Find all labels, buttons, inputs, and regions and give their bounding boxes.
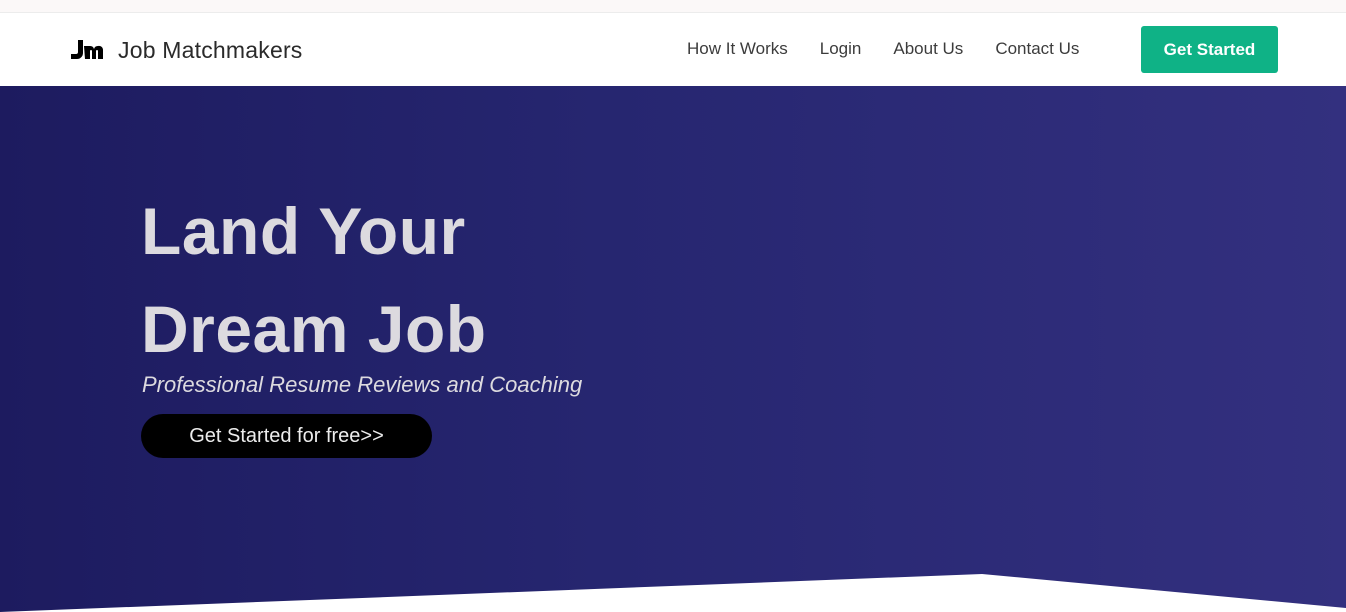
nav-links: How It Works Login About Us Contact Us bbox=[687, 39, 1111, 59]
get-started-free-button[interactable]: Get Started for free>> bbox=[141, 414, 432, 458]
jm-monogram-icon bbox=[69, 37, 105, 63]
nav-link-about-us[interactable]: About Us bbox=[893, 39, 963, 59]
hero-title-line-2: Dream Job bbox=[141, 292, 487, 366]
nav-link-how-it-works[interactable]: How It Works bbox=[687, 39, 788, 59]
hero-title-line-1: Land Your bbox=[141, 194, 466, 268]
brand-link[interactable]: Job Matchmakers bbox=[69, 35, 303, 65]
hero-bottom-wave bbox=[0, 574, 1346, 612]
nav-link-contact-us[interactable]: Contact Us bbox=[995, 39, 1079, 59]
hero-section: Land Your Dream Job Professional Resume … bbox=[0, 86, 1346, 612]
hero-subtitle: Professional Resume Reviews and Coaching bbox=[142, 372, 583, 397]
navbar: Job Matchmakers How It Works Login About… bbox=[0, 13, 1346, 86]
get-started-button[interactable]: Get Started bbox=[1141, 26, 1278, 73]
nav-link-login[interactable]: Login bbox=[820, 39, 862, 59]
brand-name: Job Matchmakers bbox=[118, 36, 303, 63]
hero-title: Land Your Dream Job bbox=[141, 182, 487, 378]
top-strip bbox=[0, 0, 1346, 13]
